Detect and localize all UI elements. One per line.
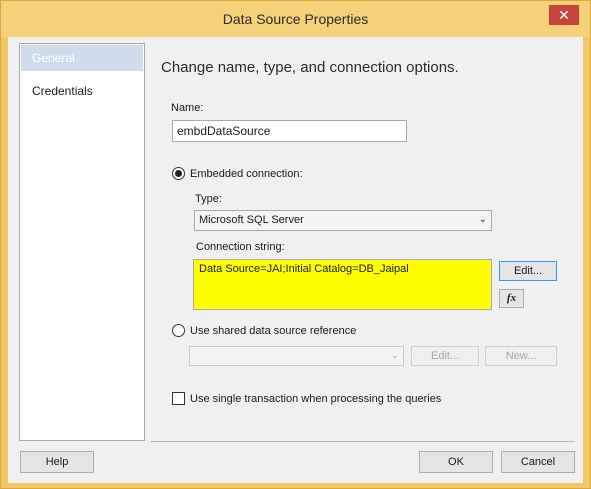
cancel-button[interactable]: Cancel (501, 451, 575, 473)
dialog-window: Data Source Properties ✕ General Credent… (0, 0, 591, 489)
expression-fx-button[interactable]: fx (499, 289, 524, 308)
single-transaction-label: Use single transaction when processing t… (190, 393, 442, 405)
title-bar: Data Source Properties ✕ (1, 1, 590, 37)
chevron-down-icon: ⌄ (478, 214, 487, 225)
dialog-client-area: General Credentials Change name, type, a… (8, 37, 583, 483)
connection-string-label: Connection string: (196, 241, 285, 253)
type-select-value: Microsoft SQL Server (199, 214, 304, 226)
footer-divider (151, 441, 575, 442)
nav-panel: General Credentials (19, 43, 145, 441)
connection-string-input[interactable]: Data Source=JAI;Initial Catalog=DB_Jaipa… (193, 259, 492, 310)
name-input[interactable]: embdDataSource (172, 120, 407, 142)
shared-data-source-label: Use shared data source reference (190, 325, 357, 337)
chevron-down-icon: ⌄ (390, 350, 399, 361)
radio-selected-dot (175, 170, 182, 177)
window-title: Data Source Properties (222, 11, 369, 27)
ok-button[interactable]: OK (419, 451, 493, 473)
edit-connection-button[interactable]: Edit... (499, 261, 557, 281)
nav-item-credentials[interactable]: Credentials (21, 78, 143, 104)
help-button[interactable]: Help (20, 451, 94, 473)
nav-item-label: General (32, 51, 75, 65)
section-heading: Change name, type, and connection option… (161, 59, 459, 76)
embedded-connection-label: Embedded connection: (190, 168, 303, 180)
nav-item-label: Credentials (32, 84, 93, 98)
shared-data-source-radio[interactable] (172, 324, 185, 337)
type-select[interactable]: Microsoft SQL Server ⌄ (194, 210, 492, 231)
nav-item-general[interactable]: General (21, 45, 143, 71)
shared-new-button[interactable]: New... (485, 346, 557, 366)
close-button[interactable]: ✕ (549, 5, 579, 25)
embedded-connection-radio[interactable] (172, 167, 185, 180)
shared-edit-button[interactable]: Edit... (411, 346, 479, 366)
name-label: Name: (171, 102, 204, 114)
type-label: Type: (195, 193, 222, 205)
single-transaction-checkbox[interactable] (172, 392, 185, 405)
shared-data-source-select[interactable]: ⌄ (189, 346, 404, 366)
